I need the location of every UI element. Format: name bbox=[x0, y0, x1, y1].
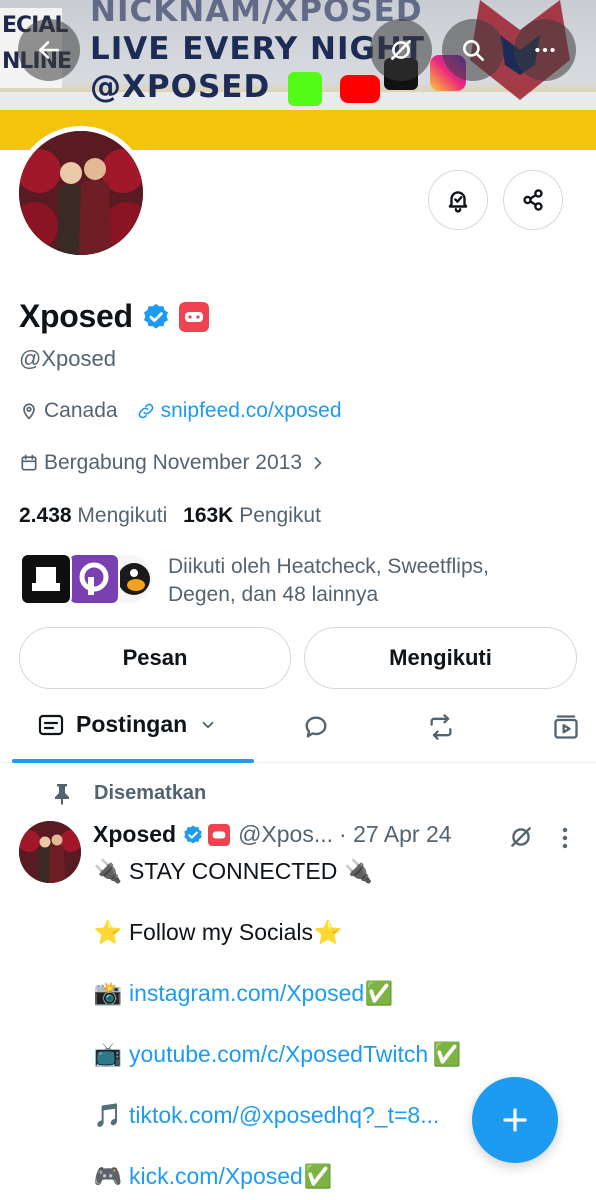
following-button[interactable]: Mengikuti bbox=[304, 627, 577, 689]
post-line-emoji: 📸 bbox=[93, 980, 123, 1006]
post-line-emoji: 🎮 bbox=[93, 1163, 123, 1189]
followed-by-text: Diikuti oleh Heatcheck, Sweetflips, Dege… bbox=[168, 555, 489, 606]
notifications-button[interactable] bbox=[428, 170, 488, 230]
compose-post-button[interactable] bbox=[472, 1077, 558, 1163]
following-count: 2.438 bbox=[19, 504, 72, 527]
followers-link[interactable]: 163K Pengikut bbox=[183, 504, 321, 527]
banner-row-handle: @XPOSED bbox=[90, 69, 271, 105]
post-line-text: Follow my Socials bbox=[129, 919, 314, 945]
profile-joined-date: Bergabung November 2013 bbox=[44, 451, 303, 474]
post-line-emoji: 🎵 bbox=[93, 1102, 123, 1128]
more-vertical-icon[interactable] bbox=[560, 826, 570, 850]
post-line-emoji-after: ✅ bbox=[432, 1041, 462, 1067]
profile-website-link[interactable]: snipfeed.co/xposed bbox=[161, 399, 342, 423]
follower-avatar-heatcheck bbox=[20, 553, 72, 605]
location-pin-icon bbox=[23, 403, 35, 420]
search-icon bbox=[463, 40, 485, 62]
plus-icon bbox=[503, 1108, 527, 1132]
grok-icon bbox=[391, 40, 411, 60]
post-line: 🎮 kick.com/Xposed ✅ bbox=[93, 1161, 468, 1200]
repost-icon bbox=[430, 714, 452, 740]
kick-link[interactable]: kick.com/Xposed bbox=[129, 1161, 303, 1191]
following-link[interactable]: 2.438 Mengikuti bbox=[19, 504, 173, 527]
back-button[interactable] bbox=[18, 19, 80, 81]
profile-name-row: Xposed bbox=[19, 298, 209, 335]
post-line-emoji: ⭐ bbox=[93, 919, 123, 945]
banner-row: NICKNAM/XPOSED bbox=[90, 0, 423, 29]
reply-bubble-icon bbox=[305, 716, 327, 738]
profile-handle: @Xposed bbox=[19, 346, 116, 371]
verified-badge-icon bbox=[184, 824, 202, 844]
post-header: Xposed @Xpos... · 27 Apr 24 bbox=[93, 821, 452, 848]
avatar-photo-icon bbox=[19, 131, 143, 255]
following-label: Mengikuti bbox=[77, 504, 168, 527]
post-line-emoji: 📺 bbox=[93, 1041, 123, 1067]
post-text: 🔌 STAY CONNECTED 🔌 ⭐ Follow my Socials ⭐… bbox=[93, 856, 468, 1200]
tab-replies[interactable] bbox=[302, 713, 330, 741]
post-line: ⭐ Follow my Socials ⭐ bbox=[93, 917, 468, 978]
share-button[interactable] bbox=[503, 170, 563, 230]
profile-joined-row[interactable]: Bergabung November 2013 bbox=[19, 451, 333, 475]
post-line-emoji-after: ✅ bbox=[364, 980, 394, 1006]
profile-name: Xposed bbox=[19, 298, 133, 334]
search-button[interactable] bbox=[442, 19, 504, 81]
tiktok-link[interactable]: tiktok.com/@xposedhq?_t=8... bbox=[129, 1100, 439, 1130]
affiliate-badge-icon[interactable] bbox=[178, 301, 209, 332]
profile-meta-location-website: Canada snipfeed.co/xposed bbox=[19, 399, 342, 423]
profile-tabs: Postingan bbox=[0, 697, 596, 763]
post-author-handle[interactable]: @Xpos... bbox=[238, 821, 333, 848]
post-line: 📸 instagram.com/Xposed ✅ bbox=[93, 978, 468, 1039]
follow-stats: 2.438 Mengikuti 163K Pengikut bbox=[19, 504, 321, 528]
tab-posts-label: Postingan bbox=[76, 711, 188, 737]
more-horizontal-icon bbox=[535, 47, 555, 53]
banner-row: @XPOSED bbox=[90, 68, 425, 106]
followers-you-know[interactable]: Diikuti oleh Heatcheck, Sweetflips, Dege… bbox=[20, 553, 548, 609]
pinned-label: Disematkan bbox=[94, 782, 207, 804]
chevron-right-icon bbox=[314, 457, 322, 469]
grok-icon[interactable] bbox=[508, 824, 534, 850]
follower-avatar-sweetflips bbox=[68, 553, 120, 605]
message-button[interactable]: Pesan bbox=[19, 627, 291, 689]
more-options-button[interactable] bbox=[514, 19, 576, 81]
youtube-logo-icon bbox=[339, 74, 380, 103]
calendar-icon bbox=[21, 454, 37, 471]
post-line: 🎵 tiktok.com/@xposedhq?_t=8... bbox=[93, 1100, 468, 1161]
arrow-left-icon bbox=[39, 41, 59, 59]
post-line-text: STAY CONNECTED bbox=[129, 858, 338, 884]
post-author-name[interactable]: Xposed bbox=[93, 821, 176, 848]
kick-logo-icon bbox=[288, 71, 323, 106]
followers-count: 163K bbox=[183, 504, 234, 527]
active-tab-indicator bbox=[12, 759, 254, 763]
profile-avatar-frame[interactable] bbox=[14, 126, 148, 260]
post-avatar-photo-icon bbox=[19, 821, 81, 883]
post-line-emoji: 🔌 bbox=[93, 858, 123, 884]
chevron-down-icon bbox=[202, 721, 214, 728]
post-line-emoji-after: ✅ bbox=[303, 1163, 333, 1189]
tab-posts[interactable]: Postingan bbox=[38, 711, 217, 738]
pin-icon bbox=[55, 783, 69, 805]
post-line-emoji-after: 🔌 bbox=[343, 858, 373, 884]
post-line: 🔌 STAY CONNECTED 🔌 bbox=[93, 856, 468, 917]
pinned-indicator: Disematkan bbox=[52, 782, 206, 805]
tab-media[interactable] bbox=[552, 713, 580, 741]
posts-feed-icon bbox=[38, 714, 64, 735]
tab-reposts[interactable] bbox=[427, 713, 455, 741]
profile-location: Canada bbox=[44, 399, 118, 422]
post-line: 📺 youtube.com/c/XposedTwitch ✅ bbox=[93, 1039, 468, 1100]
link-icon bbox=[138, 403, 153, 419]
post-author-avatar[interactable] bbox=[19, 821, 81, 883]
share-icon bbox=[523, 189, 543, 211]
instagram-link[interactable]: instagram.com/Xposed bbox=[129, 978, 364, 1008]
verified-badge-icon[interactable] bbox=[141, 302, 171, 332]
followers-label: Pengikut bbox=[239, 504, 321, 527]
video-media-icon bbox=[554, 715, 578, 739]
post-date[interactable]: · 27 Apr 24 bbox=[339, 821, 452, 848]
post-line-emoji-after: ⭐ bbox=[313, 919, 343, 945]
bell-check-icon bbox=[448, 191, 468, 213]
affiliate-badge-icon bbox=[208, 823, 231, 846]
avatar[interactable] bbox=[19, 131, 143, 255]
grok-button[interactable] bbox=[370, 19, 432, 81]
youtube-link[interactable]: youtube.com/c/XposedTwitch bbox=[129, 1039, 428, 1069]
